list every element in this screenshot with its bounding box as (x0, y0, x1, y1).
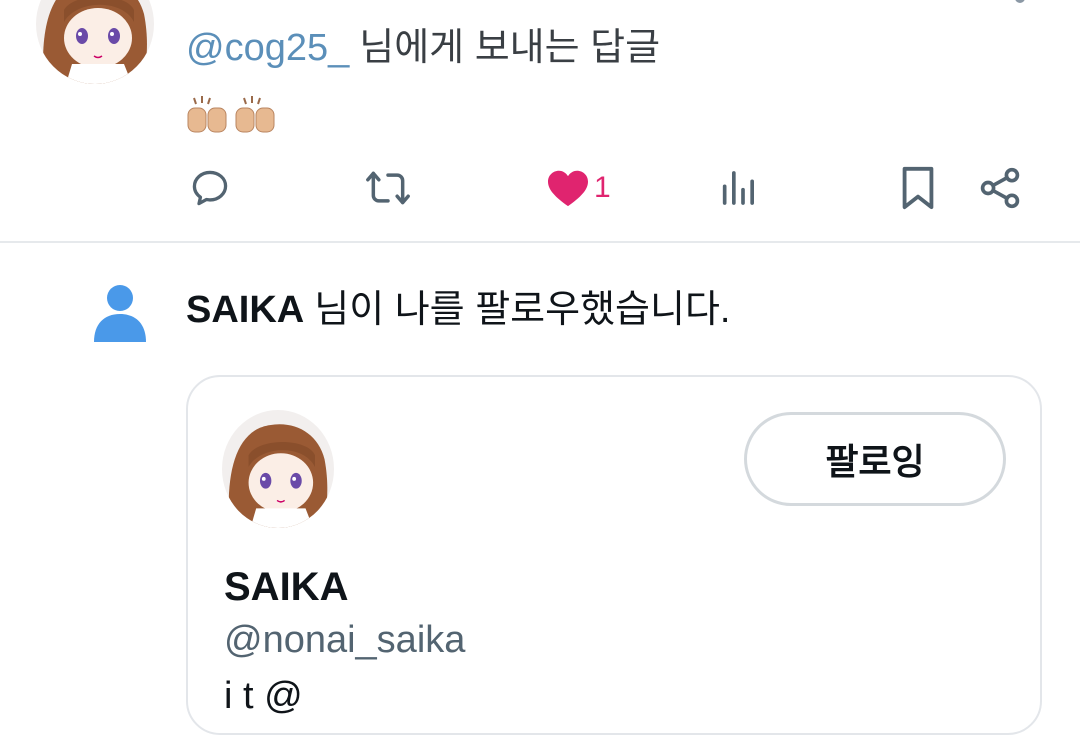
raised-hands-emoji-icon (187, 96, 275, 133)
more-icon[interactable] (1012, 0, 1028, 8)
retweet-icon (366, 171, 410, 205)
tweet-actions: 1 (0, 160, 1080, 216)
reply-icon (192, 170, 228, 206)
following-button[interactable]: 팔로잉 (744, 412, 1006, 506)
views-button[interactable] (718, 160, 758, 216)
notification-text: SAIKA 님이 나를 팔로우했습니다. (186, 286, 730, 334)
notification-message: 님이 나를 팔로우했습니다. (314, 289, 731, 331)
profile-avatar[interactable] (222, 410, 334, 528)
profile-display-name: SAIKA (224, 565, 349, 609)
mention-link[interactable]: @cog25_ (186, 27, 349, 69)
reply-context-text: 님에게 보내는 답글 (359, 27, 661, 69)
profile-handle: @nonai_saika (224, 619, 466, 661)
tweet-text (186, 94, 282, 134)
profile-bio: i t @ (224, 675, 303, 717)
divider (0, 241, 1080, 243)
views-icon (722, 171, 754, 205)
bookmark-icon (902, 166, 934, 210)
like-icon (548, 170, 588, 207)
avatar[interactable] (36, 0, 154, 84)
retweet-button[interactable] (364, 160, 412, 216)
person-icon (92, 284, 148, 344)
share-button[interactable] (978, 160, 1022, 216)
follower-name[interactable]: SAIKA (186, 289, 304, 331)
like-button[interactable]: 1 (546, 160, 611, 216)
share-icon (980, 167, 1020, 209)
reply-context: @cog25_ 님에게 보내는 답글 (186, 24, 660, 72)
bookmark-button[interactable] (898, 160, 938, 216)
like-count: 1 (594, 171, 611, 204)
reply-button[interactable] (188, 160, 232, 216)
